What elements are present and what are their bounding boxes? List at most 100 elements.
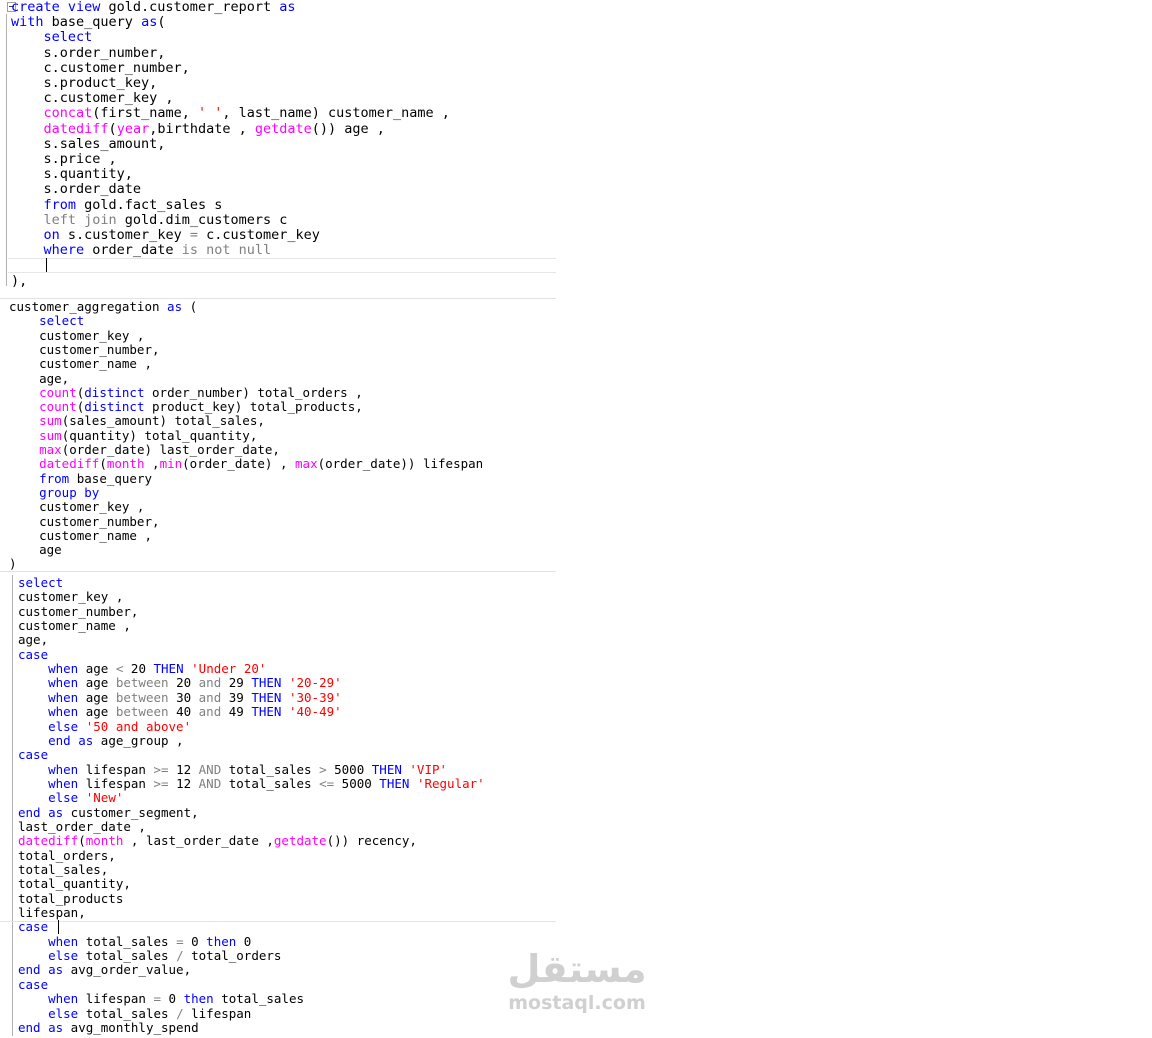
sql-keyword: from xyxy=(39,470,70,486)
code-line[interactable]: select xyxy=(11,29,93,46)
code-line[interactable]: age xyxy=(9,542,62,557)
code-line[interactable]: total_quantity, xyxy=(18,876,131,891)
code-line[interactable]: else '50 and above' xyxy=(18,719,191,734)
code-line[interactable]: customer_name , xyxy=(9,528,152,543)
sql-keyword: from xyxy=(43,196,77,213)
sql-text: gold.customer_report xyxy=(100,0,280,15)
code-line[interactable]: where order_date is not null xyxy=(11,242,272,259)
sql-keyword: when xyxy=(48,761,79,777)
sql-text: total_sales xyxy=(221,775,320,791)
sql-text: (sales_amount) total_sales, xyxy=(61,413,265,429)
code-line[interactable]: when age between 20 and 29 THEN '20-29' xyxy=(18,675,342,690)
code-line[interactable]: case xyxy=(18,647,48,662)
code-line[interactable]: age, xyxy=(18,632,48,647)
code-line[interactable]: customer_name , xyxy=(9,356,152,371)
sql-text: ,birthdate , xyxy=(149,120,255,137)
code-line[interactable]: sum(sales_amount) total_sales, xyxy=(9,413,265,428)
code-line[interactable]: total_products xyxy=(18,891,123,906)
sql-keyword: select xyxy=(43,29,93,46)
code-line[interactable]: when age between 40 and 49 THEN '40-49' xyxy=(18,704,342,719)
code-line[interactable]: from base_query xyxy=(9,471,152,486)
code-line[interactable]: end as age_group , xyxy=(18,733,183,748)
code-line[interactable]: end as avg_order_value, xyxy=(18,962,191,977)
code-line[interactable]: on s.customer_key = c.customer_key xyxy=(11,228,320,243)
code-line[interactable]: ), xyxy=(11,273,27,289)
code-line[interactable]: when age < 20 THEN 'Under 20' xyxy=(18,661,266,676)
sql-text: order_date xyxy=(84,242,182,259)
code-line[interactable]: count(distinct order_number) total_order… xyxy=(9,385,363,400)
code-line[interactable]: left join gold.dim_customers c xyxy=(11,212,288,228)
sql-string-literal: '20-29' xyxy=(288,675,342,691)
code-line[interactable]: customer_aggregation as ( xyxy=(9,299,197,314)
code-line[interactable]: case xyxy=(18,977,48,992)
code-line[interactable]: else total_sales / lifespan xyxy=(18,1006,251,1021)
sql-keyword: when xyxy=(48,991,79,1007)
code-line[interactable]: else 'New' xyxy=(18,790,123,805)
code-line[interactable]: when age between 30 and 39 THEN '30-39' xyxy=(18,690,342,705)
code-line[interactable]: when total_sales = 0 then 0 xyxy=(18,934,251,949)
sql-text: lifespan xyxy=(78,775,154,791)
code-line[interactable]: sum(quantity) total_quantity, xyxy=(9,428,257,443)
sql-text: total_quantity, xyxy=(18,876,131,892)
code-line[interactable]: with base_query as( xyxy=(11,15,165,30)
code-line[interactable]: s.product_key, xyxy=(11,76,158,91)
code-line[interactable]: datediff(year,birthdate , getdate()) age… xyxy=(11,120,385,137)
sql-text: total_sales xyxy=(78,933,177,949)
code-line[interactable]: s.quantity, xyxy=(11,167,133,182)
code-line[interactable]: s.order_number, xyxy=(11,45,166,61)
code-line[interactable]: when lifespan >= 12 AND total_sales <= 5… xyxy=(18,776,485,791)
code-line[interactable]: customer_number, xyxy=(18,604,138,619)
code-line[interactable]: customer_number, xyxy=(9,514,159,529)
code-line[interactable]: group by xyxy=(9,485,99,500)
code-line[interactable]: select xyxy=(9,313,84,328)
code-line[interactable]: datediff(month , last_order_date ,getdat… xyxy=(18,833,417,848)
code-line[interactable]: datediff(month ,min(order_date) , max(or… xyxy=(9,456,483,471)
code-line[interactable]: lifespan, xyxy=(18,905,86,920)
sql-string-literal: '40-49' xyxy=(288,704,342,720)
code-line[interactable]: count(distinct product_key) total_produc… xyxy=(9,399,363,414)
code-line[interactable]: s.sales_amount, xyxy=(11,136,166,152)
sql-string-literal: '30-39' xyxy=(288,689,342,705)
code-line[interactable]: c.customer_number, xyxy=(11,60,190,76)
code-line[interactable]: c.customer_key , xyxy=(11,91,174,106)
code-line[interactable]: from gold.fact_sales s xyxy=(11,196,223,213)
sql-operator: and xyxy=(198,689,222,705)
code-line[interactable]: customer_name , xyxy=(18,618,131,633)
code-line[interactable]: end as customer_segment, xyxy=(18,805,199,820)
code-line[interactable]: total_orders, xyxy=(18,848,116,863)
sql-text: ()) recency, xyxy=(326,833,417,849)
sql-keyword: as xyxy=(279,0,296,15)
code-line[interactable]: total_sales, xyxy=(18,862,108,877)
code-line[interactable]: else total_sales / total_orders xyxy=(18,948,281,963)
code-line[interactable]: ) xyxy=(9,556,17,571)
sql-keyword: as xyxy=(141,14,158,31)
code-line[interactable]: age, xyxy=(9,371,69,386)
sql-text: age xyxy=(78,661,116,677)
code-line[interactable]: max(order_date) last_order_date, xyxy=(9,442,280,457)
code-line[interactable]: when lifespan = 0 then total_sales xyxy=(18,991,304,1006)
sql-text: age xyxy=(78,675,116,691)
code-line[interactable]: concat(first_name, ' ', last_name) custo… xyxy=(11,106,450,121)
outline-guide-line xyxy=(12,575,13,1036)
sql-text: 5000 xyxy=(334,775,380,791)
code-line[interactable]: when lifespan >= 12 AND total_sales > 50… xyxy=(18,762,447,777)
code-line[interactable]: select xyxy=(18,575,63,590)
sql-operator: = xyxy=(153,991,162,1007)
code-line[interactable]: case xyxy=(18,747,48,762)
code-line[interactable]: customer_key , xyxy=(18,589,123,604)
code-line[interactable]: case xyxy=(18,919,48,934)
code-line[interactable]: customer_key , xyxy=(9,499,144,514)
sql-operator: / xyxy=(176,948,184,964)
code-line[interactable]: last_order_date , xyxy=(18,819,146,834)
sql-text: (order_date) , xyxy=(182,456,296,472)
code-line[interactable]: end as avg_monthly_spend xyxy=(18,1020,199,1035)
code-line[interactable]: s.order_date xyxy=(11,182,142,197)
code-line[interactable]: customer_key , xyxy=(9,328,144,343)
code-line[interactable]: create view gold.customer_report as xyxy=(11,0,295,15)
code-line[interactable]: s.price , xyxy=(11,152,117,167)
code-line[interactable]: customer_number, xyxy=(9,342,159,357)
